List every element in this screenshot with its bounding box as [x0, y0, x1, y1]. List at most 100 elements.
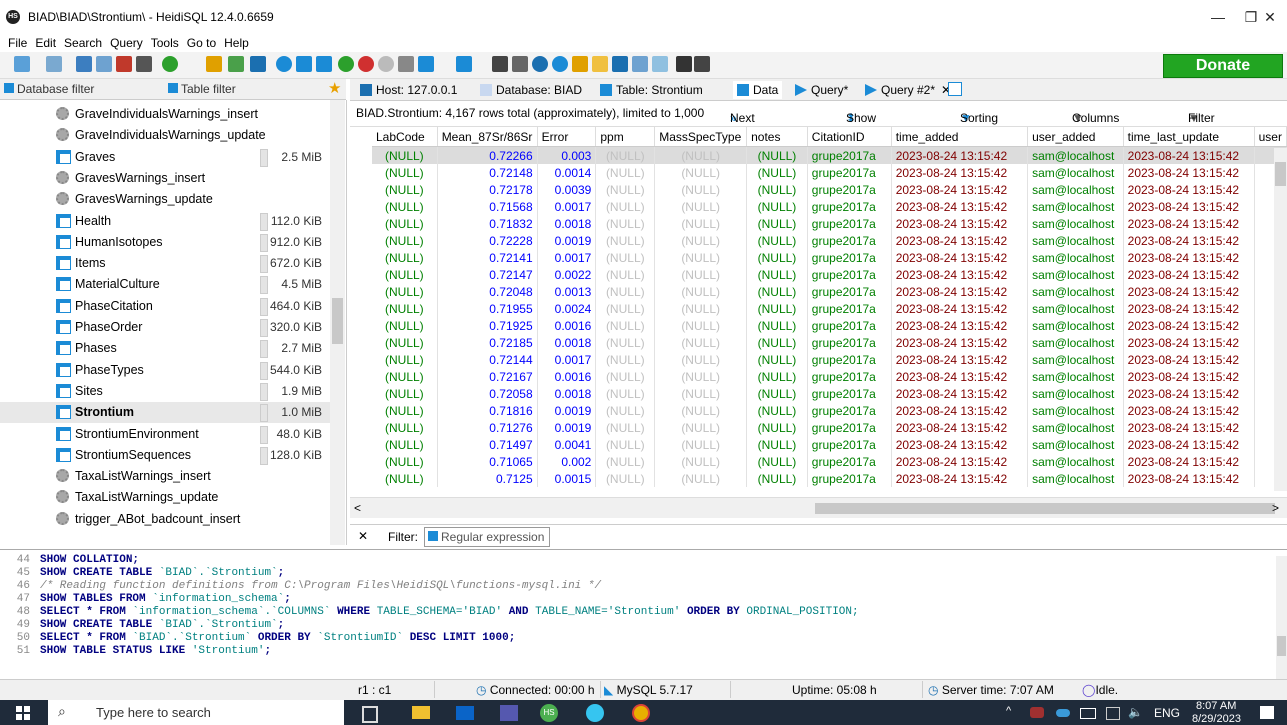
table-cell[interactable]: 2023-08-24 13:15:42: [891, 334, 1029, 351]
tree-item[interactable]: MaterialCulture 4.5 MiB: [0, 274, 330, 295]
table-cell[interactable]: sam@localhost: [1027, 300, 1124, 317]
chrome-icon[interactable]: [632, 704, 650, 722]
table-cell[interactable]: grupe2017a: [807, 402, 892, 419]
table-cell[interactable]: (NULL): [746, 164, 808, 181]
table-cell[interactable]: 0.72058: [437, 385, 538, 402]
table-cell[interactable]: (NULL): [595, 470, 656, 487]
table-cell[interactable]: sam@localhost: [1027, 470, 1124, 487]
undo-icon[interactable]: [116, 56, 132, 72]
menu-tools[interactable]: Tools: [151, 34, 179, 52]
tree-item[interactable]: GraveIndividualsWarnings_insert: [0, 104, 330, 125]
table-cell[interactable]: (NULL): [746, 402, 808, 419]
table-cell[interactable]: (NULL): [654, 232, 748, 249]
column-header[interactable]: Mean_87Sr/86Sr: [437, 127, 538, 147]
table-cell[interactable]: 2023-08-24 13:15:42: [891, 198, 1029, 215]
table-cell[interactable]: 0.72178: [437, 181, 538, 198]
semicolon-icon[interactable]: [676, 56, 692, 72]
table-cell[interactable]: 2023-08-24 13:15:42: [891, 351, 1029, 368]
table-cell[interactable]: (NULL): [654, 470, 748, 487]
table-row[interactable]: (NULL) 0.72144 0.0017 (NULL) (NULL) (NULL) gru…: [372, 351, 1287, 368]
table-cell[interactable]: (NULL): [595, 181, 656, 198]
table-cell[interactable]: (NULL): [654, 317, 748, 334]
tree-item[interactable]: PhaseTypes 544.0 KiB: [0, 360, 330, 381]
table-cell[interactable]: 2023-08-24 13:15:42: [891, 300, 1029, 317]
table-cell[interactable]: (NULL): [654, 164, 748, 181]
table-cell[interactable]: 0.0018: [537, 385, 597, 402]
table-cell[interactable]: 2023-08-24 13:15:42: [1123, 266, 1255, 283]
table-cell[interactable]: 0.0019: [537, 402, 597, 419]
table-cell[interactable]: sam@localhost: [1027, 146, 1124, 164]
table-cell[interactable]: grupe2017a: [807, 249, 892, 266]
table-cell[interactable]: (NULL): [746, 470, 808, 487]
table-row[interactable]: (NULL) 0.71832 0.0018 (NULL) (NULL) (NULL) gru…: [372, 215, 1287, 232]
table-cell[interactable]: (NULL): [746, 419, 808, 436]
table-cell[interactable]: grupe2017a: [807, 436, 892, 453]
table-cell[interactable]: (NULL): [372, 146, 438, 164]
tree-item[interactable]: StrontiumEnvironment 48.0 KiB: [0, 424, 330, 445]
table-cell[interactable]: (NULL): [372, 164, 438, 181]
table-cell[interactable]: (NULL): [654, 419, 748, 436]
file-explorer-icon[interactable]: [412, 706, 430, 719]
table-cell[interactable]: (NULL): [372, 351, 438, 368]
tray-up-icon[interactable]: ^: [1006, 705, 1011, 717]
close-filter-icon[interactable]: ✕: [358, 529, 368, 543]
tree-item[interactable]: StrontiumSequences 128.0 KiB: [0, 445, 330, 466]
table-cell[interactable]: 2023-08-24 13:15:42: [1123, 215, 1255, 232]
table-cell[interactable]: sam@localhost: [1027, 181, 1124, 198]
table-cell[interactable]: (NULL): [654, 249, 748, 266]
scroll-right-icon[interactable]: >: [1272, 501, 1279, 515]
table-cell[interactable]: (NULL): [654, 146, 748, 164]
table-cell[interactable]: 0.0041: [537, 436, 597, 453]
table-cell[interactable]: grupe2017a: [807, 215, 892, 232]
table-cell[interactable]: (NULL): [746, 232, 808, 249]
table-cell[interactable]: 2023-08-24 13:15:42: [891, 249, 1029, 266]
table-cell[interactable]: sam@localhost: [1027, 402, 1124, 419]
table-cell[interactable]: (NULL): [654, 436, 748, 453]
windows-start-icon[interactable]: [16, 706, 30, 720]
table-cell[interactable]: 0.0019: [537, 419, 597, 436]
table-cell[interactable]: 2023-08-24 13:15:42: [1123, 249, 1255, 266]
column-header[interactable]: MassSpecType: [654, 127, 748, 147]
format-icon[interactable]: [652, 56, 668, 72]
table-cell[interactable]: (NULL): [595, 249, 656, 266]
table-cell[interactable]: 2023-08-24 13:15:42: [891, 146, 1029, 164]
table-cell[interactable]: 0.71816: [437, 402, 538, 419]
table-cell[interactable]: (NULL): [595, 146, 656, 164]
table-row[interactable]: (NULL) 0.72185 0.0018 (NULL) (NULL) (NULL) gru…: [372, 334, 1287, 351]
table-cell[interactable]: 2023-08-24 13:15:42: [1123, 402, 1255, 419]
last-record-icon[interactable]: [316, 56, 332, 72]
table-cell[interactable]: (NULL): [372, 249, 438, 266]
tree-item[interactable]: GravesWarnings_insert: [0, 168, 330, 189]
table-cell[interactable]: (NULL): [372, 181, 438, 198]
table-cell[interactable]: (NULL): [372, 300, 438, 317]
donate-button[interactable]: Donate: [1163, 54, 1283, 78]
teams-icon[interactable]: [500, 705, 518, 721]
table-cell[interactable]: (NULL): [372, 385, 438, 402]
table-cell[interactable]: (NULL): [654, 453, 748, 470]
log-scroll-thumb[interactable]: [1277, 636, 1286, 656]
replace-icon[interactable]: [552, 56, 568, 72]
table-cell[interactable]: (NULL): [746, 436, 808, 453]
volume-icon[interactable]: 🔈: [1128, 705, 1143, 719]
language-indicator[interactable]: ENG: [1154, 706, 1180, 720]
menu-help[interactable]: Help: [224, 34, 249, 52]
table-cell[interactable]: (NULL): [372, 334, 438, 351]
table-cell[interactable]: (NULL): [595, 385, 656, 402]
table-cell[interactable]: grupe2017a: [807, 453, 892, 470]
table-cell[interactable]: sam@localhost: [1027, 198, 1124, 215]
star-icon[interactable]: ★: [328, 81, 341, 97]
table-cell[interactable]: 2023-08-24 13:15:42: [1123, 419, 1255, 436]
table-cell[interactable]: (NULL): [746, 368, 808, 385]
table-cell[interactable]: sam@localhost: [1027, 164, 1124, 181]
wrap-icon[interactable]: [632, 56, 648, 72]
grid-horizontal-scrollbar[interactable]: < >: [350, 497, 1287, 518]
database-filter-input[interactable]: Database filter: [4, 81, 94, 97]
table-cell[interactable]: 0.71065: [437, 453, 538, 470]
table-cell[interactable]: 2023-08-24 13:15:42: [891, 283, 1029, 300]
table-cell[interactable]: 0.0022: [537, 266, 597, 283]
table-row[interactable]: (NULL) 0.72167 0.0016 (NULL) (NULL) (NULL) gru…: [372, 368, 1287, 385]
tree-item[interactable]: Phases 2.7 MiB: [0, 338, 330, 359]
scroll-left-icon[interactable]: <: [354, 501, 361, 515]
table-cell[interactable]: sam@localhost: [1027, 317, 1124, 334]
table-cell[interactable]: 0.0017: [537, 249, 597, 266]
